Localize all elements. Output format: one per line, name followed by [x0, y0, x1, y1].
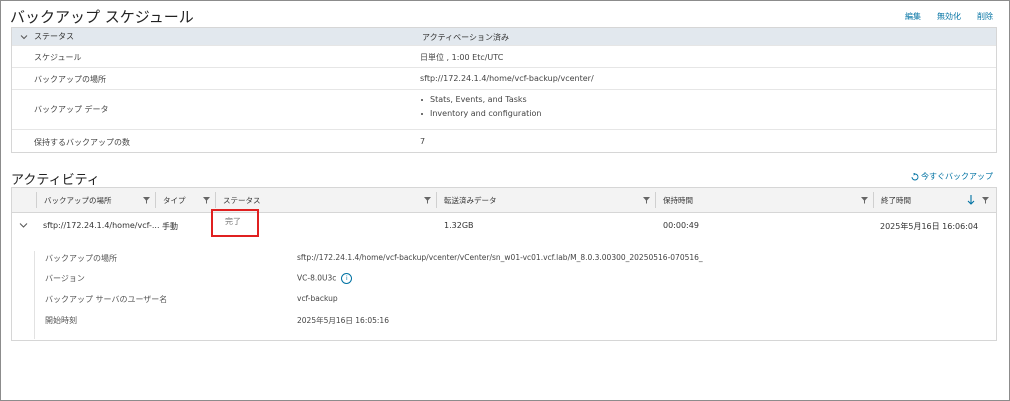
detail-user-value: vcf-backup	[297, 294, 338, 303]
detail-location-value: sftp://172.24.1.4/home/vcf-backup/vcente…	[297, 253, 703, 262]
backup-now-button[interactable]: 今すぐバックアップ	[911, 171, 993, 182]
row-duration: 00:00:49	[663, 221, 699, 230]
detail-version-label: バージョン	[45, 274, 85, 283]
backup-data-item: Stats, Events, and Tasks	[420, 93, 541, 107]
schedule-actions: 編集 無効化 削除	[905, 11, 993, 22]
detail-version-value: VC-8.0U3c i	[297, 273, 353, 284]
chevron-down-icon[interactable]	[19, 222, 28, 229]
status-value: アクティベーション済み	[422, 33, 509, 42]
col-location[interactable]: バックアップの場所	[44, 188, 112, 212]
row-data: 1.32GB	[444, 221, 474, 230]
schedule-label: スケジュール	[34, 53, 82, 62]
retention-row: 保持するバックアップの数 7	[12, 129, 996, 154]
schedule-status-card: ステータス アクティベーション済み スケジュール 日単位 , 1:00 Etc/…	[11, 27, 997, 153]
backup-data-label: バックアップ データ	[34, 105, 109, 114]
row-detail-panel: バックアップの場所 sftp://172.24.1.4/home/vcf-bac…	[34, 251, 997, 339]
detail-start-value: 2025年5月16日 16:05:16	[297, 316, 389, 325]
row-location: sftp://172.24.1.4/home/vcf-...	[43, 221, 160, 230]
chevron-down-icon[interactable]	[20, 33, 28, 41]
table-row[interactable]: sftp://172.24.1.4/home/vcf-... 手動 完了 1.3…	[12, 209, 996, 237]
grid-header: バックアップの場所 タイプ ステータス 転送済みデータ 保持時間 終了時間	[12, 188, 996, 213]
edit-button[interactable]: 編集	[905, 11, 921, 22]
location-row: バックアップの場所 sftp://172.24.1.4/home/vcf-bac…	[12, 67, 996, 89]
filter-icon[interactable]	[643, 197, 650, 204]
delete-button[interactable]: 削除	[977, 11, 993, 22]
col-data[interactable]: 転送済みデータ	[444, 188, 497, 212]
sort-desc-icon[interactable]	[967, 195, 975, 205]
row-type: 手動	[162, 222, 178, 231]
backup-data-row: バックアップ データ Stats, Events, and Tasks Inve…	[12, 89, 996, 129]
info-icon[interactable]: i	[341, 273, 353, 284]
status-header[interactable]: ステータス アクティベーション済み	[12, 28, 996, 45]
detail-location-label: バックアップの場所	[45, 254, 117, 263]
version-text: VC-8.0U3c	[297, 273, 337, 283]
col-type[interactable]: タイプ	[163, 188, 186, 212]
location-value: sftp://172.24.1.4/home/vcf-backup/vcente…	[420, 74, 594, 83]
schedule-row: スケジュール 日単位 , 1:00 Etc/UTC	[12, 45, 996, 67]
backup-data-item: Inventory and configuration	[420, 107, 541, 121]
row-status: 完了	[225, 217, 241, 226]
backup-now-label: 今すぐバックアップ	[921, 172, 993, 181]
row-end-time: 2025年5月16日 16:06:04	[880, 222, 979, 231]
backup-page: バックアップ スケジュール 編集 無効化 削除 ステータス アクティベーション済…	[0, 0, 1010, 401]
col-duration[interactable]: 保持時間	[663, 188, 693, 212]
backup-data-list: Stats, Events, and Tasks Inventory and c…	[420, 93, 541, 121]
detail-user-label: バックアップ サーバのユーザー名	[45, 295, 168, 304]
filter-icon[interactable]	[982, 197, 989, 204]
status-label: ステータス	[34, 32, 74, 41]
filter-icon[interactable]	[203, 197, 210, 204]
activity-title: アクティビティ	[11, 173, 100, 188]
location-label: バックアップの場所	[34, 75, 106, 84]
disable-button[interactable]: 無効化	[937, 11, 961, 22]
col-end-time[interactable]: 終了時間	[881, 188, 911, 212]
filter-icon[interactable]	[143, 197, 150, 204]
filter-icon[interactable]	[861, 197, 868, 204]
activity-grid: バックアップの場所 タイプ ステータス 転送済みデータ 保持時間 終了時間 sf…	[11, 187, 997, 341]
filter-icon[interactable]	[424, 197, 431, 204]
schedule-value: 日単位 , 1:00 Etc/UTC	[420, 53, 504, 62]
retention-value: 7	[420, 137, 426, 146]
retention-label: 保持するバックアップの数	[34, 138, 130, 147]
backup-icon	[911, 172, 919, 180]
status-highlight-box: 完了	[211, 209, 259, 237]
page-title: バックアップ スケジュール	[10, 8, 194, 26]
detail-start-label: 開始時刻	[45, 316, 77, 325]
